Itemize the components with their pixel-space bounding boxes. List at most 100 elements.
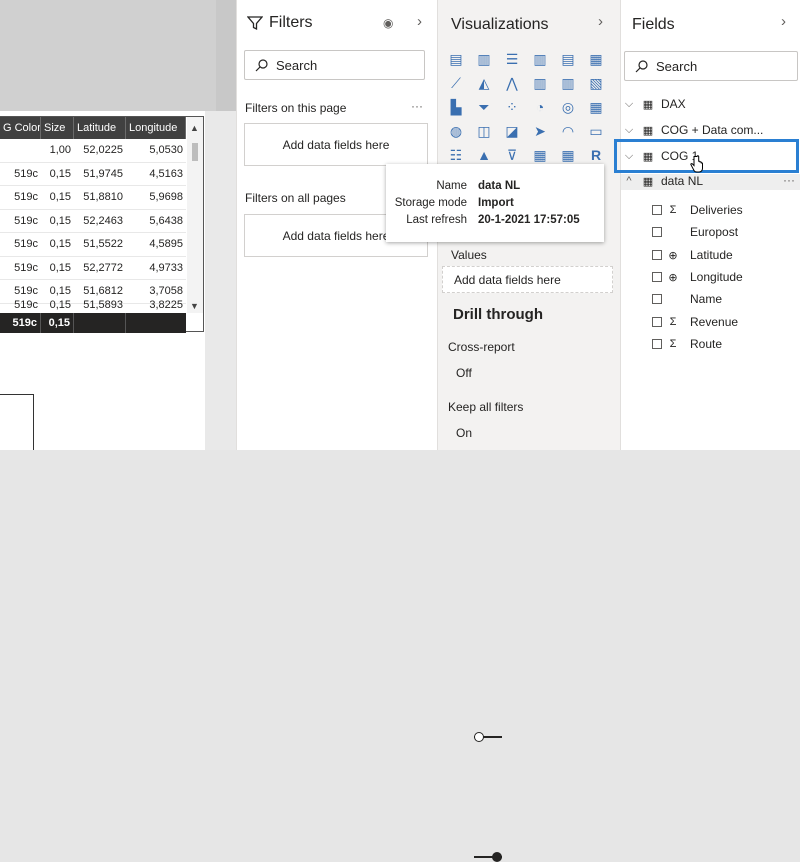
scatter-chart-icon[interactable]: ⁘ [502,98,522,116]
donut-chart-icon[interactable]: ◎ [558,98,578,116]
ribbon-chart-icon[interactable]: ▧ [586,74,606,92]
column-header[interactable]: Latitude [74,117,126,139]
stacked-bar-chart-icon[interactable]: ▤ [446,50,466,68]
report-canvas[interactable]: G Color Size Latitude Longitude 1,00 52,… [0,0,236,450]
expand-chevron-icon[interactable]: ⌵ [623,98,635,111]
field-latitude[interactable]: ⊕ Latitude [652,248,733,262]
expand-chevron-icon[interactable]: ⌵ [623,124,635,137]
field-checkbox[interactable] [652,272,662,282]
search-placeholder: Search [276,57,318,73]
azure-map-icon[interactable]: ➤ [530,122,550,140]
waterfall-chart-icon[interactable]: ▙ [446,98,466,116]
toggle-switch-icon[interactable] [474,732,502,742]
collapse-visualizations-chevron-icon[interactable]: › [598,13,603,30]
toggle-state-label: Off [456,366,472,380]
field-table-data-nl[interactable]: ^ ▦ data NL [623,174,703,188]
shape-map-icon[interactable]: ◪ [502,122,522,140]
eye-icon[interactable]: ◉ [383,16,393,30]
table-cell: 52,0225 [83,144,123,156]
field-checkbox[interactable] [652,317,662,327]
field-checkbox[interactable] [652,250,662,260]
globe-icon: ⊕ [668,249,678,262]
column-header[interactable]: Size [41,117,74,139]
line-column-chart-icon[interactable]: ▥ [530,74,550,92]
cross-report-toggle[interactable]: Off [456,366,502,742]
line-chart-icon[interactable]: ⟋ [446,74,466,92]
field-europost[interactable]: Europost [652,225,738,239]
field-route[interactable]: Σ Route [652,337,722,351]
filled-map-icon[interactable]: ◫ [474,122,494,140]
values-dropzone[interactable]: Add data fields here [442,266,613,293]
sigma-icon: Σ [669,316,677,328]
multi-row-card-icon[interactable]: ☷ [446,146,466,164]
area-chart-icon[interactable]: ◭ [474,74,494,92]
100-stacked-column-chart-icon[interactable]: ▦ [586,50,606,68]
field-name: Name [690,292,723,306]
filters-search-input[interactable]: Search [244,50,425,80]
column-header[interactable]: Longitude [126,117,186,139]
table-scrollbar[interactable]: ▲ ▼ [187,117,203,313]
table-visual[interactable]: G Color Size Latitude Longitude 1,00 52,… [0,116,204,333]
visual-type-grid: ▤ ▥ ☰ ▥ ▤ ▦ ⟋ ◭ ⋀ ▥ ▥ ▧ ▙ ⏷ ⁘ ◔ ◎ ▦ ◍ ◫ … [446,50,614,170]
scroll-thumb[interactable] [192,143,198,161]
tooltip-refresh-label: Last refresh [406,214,467,226]
field-checkbox[interactable] [652,339,662,349]
slicer-icon[interactable]: ⊽ [502,146,522,164]
field-deliveries[interactable]: Σ Deliveries [652,203,743,217]
table-cell: 0,15 [49,214,71,227]
table-row[interactable]: 519c 0,15 52,2772 4,9733 [0,257,186,280]
table-cell: 3,8225 [149,299,183,311]
scroll-up-icon[interactable]: ▲ [190,123,199,133]
field-table-cog-data-com[interactable]: ⌵ ▦ COG + Data com... [623,123,764,137]
sigma-icon: Σ [669,338,677,350]
collapse-filters-chevron-icon[interactable]: › [417,13,422,30]
toggle-switch-icon[interactable] [474,852,502,862]
clustered-column-chart-icon[interactable]: ▥ [530,50,550,68]
map-icon[interactable]: ◍ [446,122,466,140]
selection-highlight-box [614,139,799,173]
r-visual-icon[interactable]: R [586,146,606,164]
field-longitude[interactable]: ⊕ Longitude [652,270,743,284]
field-checkbox[interactable] [652,294,662,304]
more-options-icon[interactable]: ··· [411,99,423,113]
table-row[interactable]: 519c 0,15 51,9745 4,5163 [0,163,186,186]
kpi-icon[interactable]: ▲ [474,146,494,164]
card-icon[interactable]: ▭ [586,122,606,140]
table-icon[interactable]: ▦ [530,146,550,164]
table-row[interactable]: 1,00 52,0225 5,0530 [0,139,186,163]
collapse-chevron-icon[interactable]: ^ [623,175,635,187]
pie-chart-icon[interactable]: ◔ [530,98,550,116]
matrix-icon[interactable]: ▦ [558,146,578,164]
table-cell: 51,8810 [83,191,123,203]
tooltip-storage-value: Import [478,197,514,209]
more-options-icon[interactable]: ··· [783,173,795,187]
stacked-column-chart-icon[interactable]: ▥ [474,50,494,68]
treemap-icon[interactable]: ▦ [586,98,606,116]
table-cell: 0,15 [49,191,71,203]
filters-page-dropzone[interactable]: Add data fields here [244,123,428,166]
table-header[interactable]: G Color Size Latitude Longitude [0,117,186,139]
scroll-down-icon[interactable]: ▼ [190,301,199,311]
field-name-row[interactable]: Name [652,292,722,306]
funnel-chart-icon[interactable]: ⏷ [474,98,494,116]
field-checkbox[interactable] [652,227,662,237]
gauge-icon[interactable]: ◠ [558,122,578,140]
field-name: Revenue [690,315,739,329]
collapse-fields-chevron-icon[interactable]: › [781,13,786,30]
field-table-dax[interactable]: ⌵ ▦ DAX [623,97,686,111]
table-row[interactable]: 519c 0,15 52,2463 5,6438 [0,210,186,233]
clustered-bar-chart-icon[interactable]: ☰ [502,50,522,68]
table-row[interactable]: 519c 0,15 51,5522 4,5895 [0,233,186,257]
keep-all-filters-toggle[interactable]: On [456,426,502,862]
card-visual[interactable] [0,394,34,450]
fields-search-input[interactable]: Search [624,51,798,81]
100-stacked-bar-chart-icon[interactable]: ▤ [558,50,578,68]
column-header[interactable]: G Color [0,117,41,139]
field-checkbox[interactable] [652,205,662,215]
field-revenue[interactable]: Σ Revenue [652,315,738,329]
table-row[interactable]: 519c 0,15 51,5893 3,8225 [0,297,186,313]
stacked-area-chart-icon[interactable]: ⋀ [502,74,522,92]
table-icon: ▦ [642,175,654,188]
table-row[interactable]: 519c 0,15 51,8810 5,9698 [0,186,186,210]
line-clustered-column-chart-icon[interactable]: ▥ [558,74,578,92]
